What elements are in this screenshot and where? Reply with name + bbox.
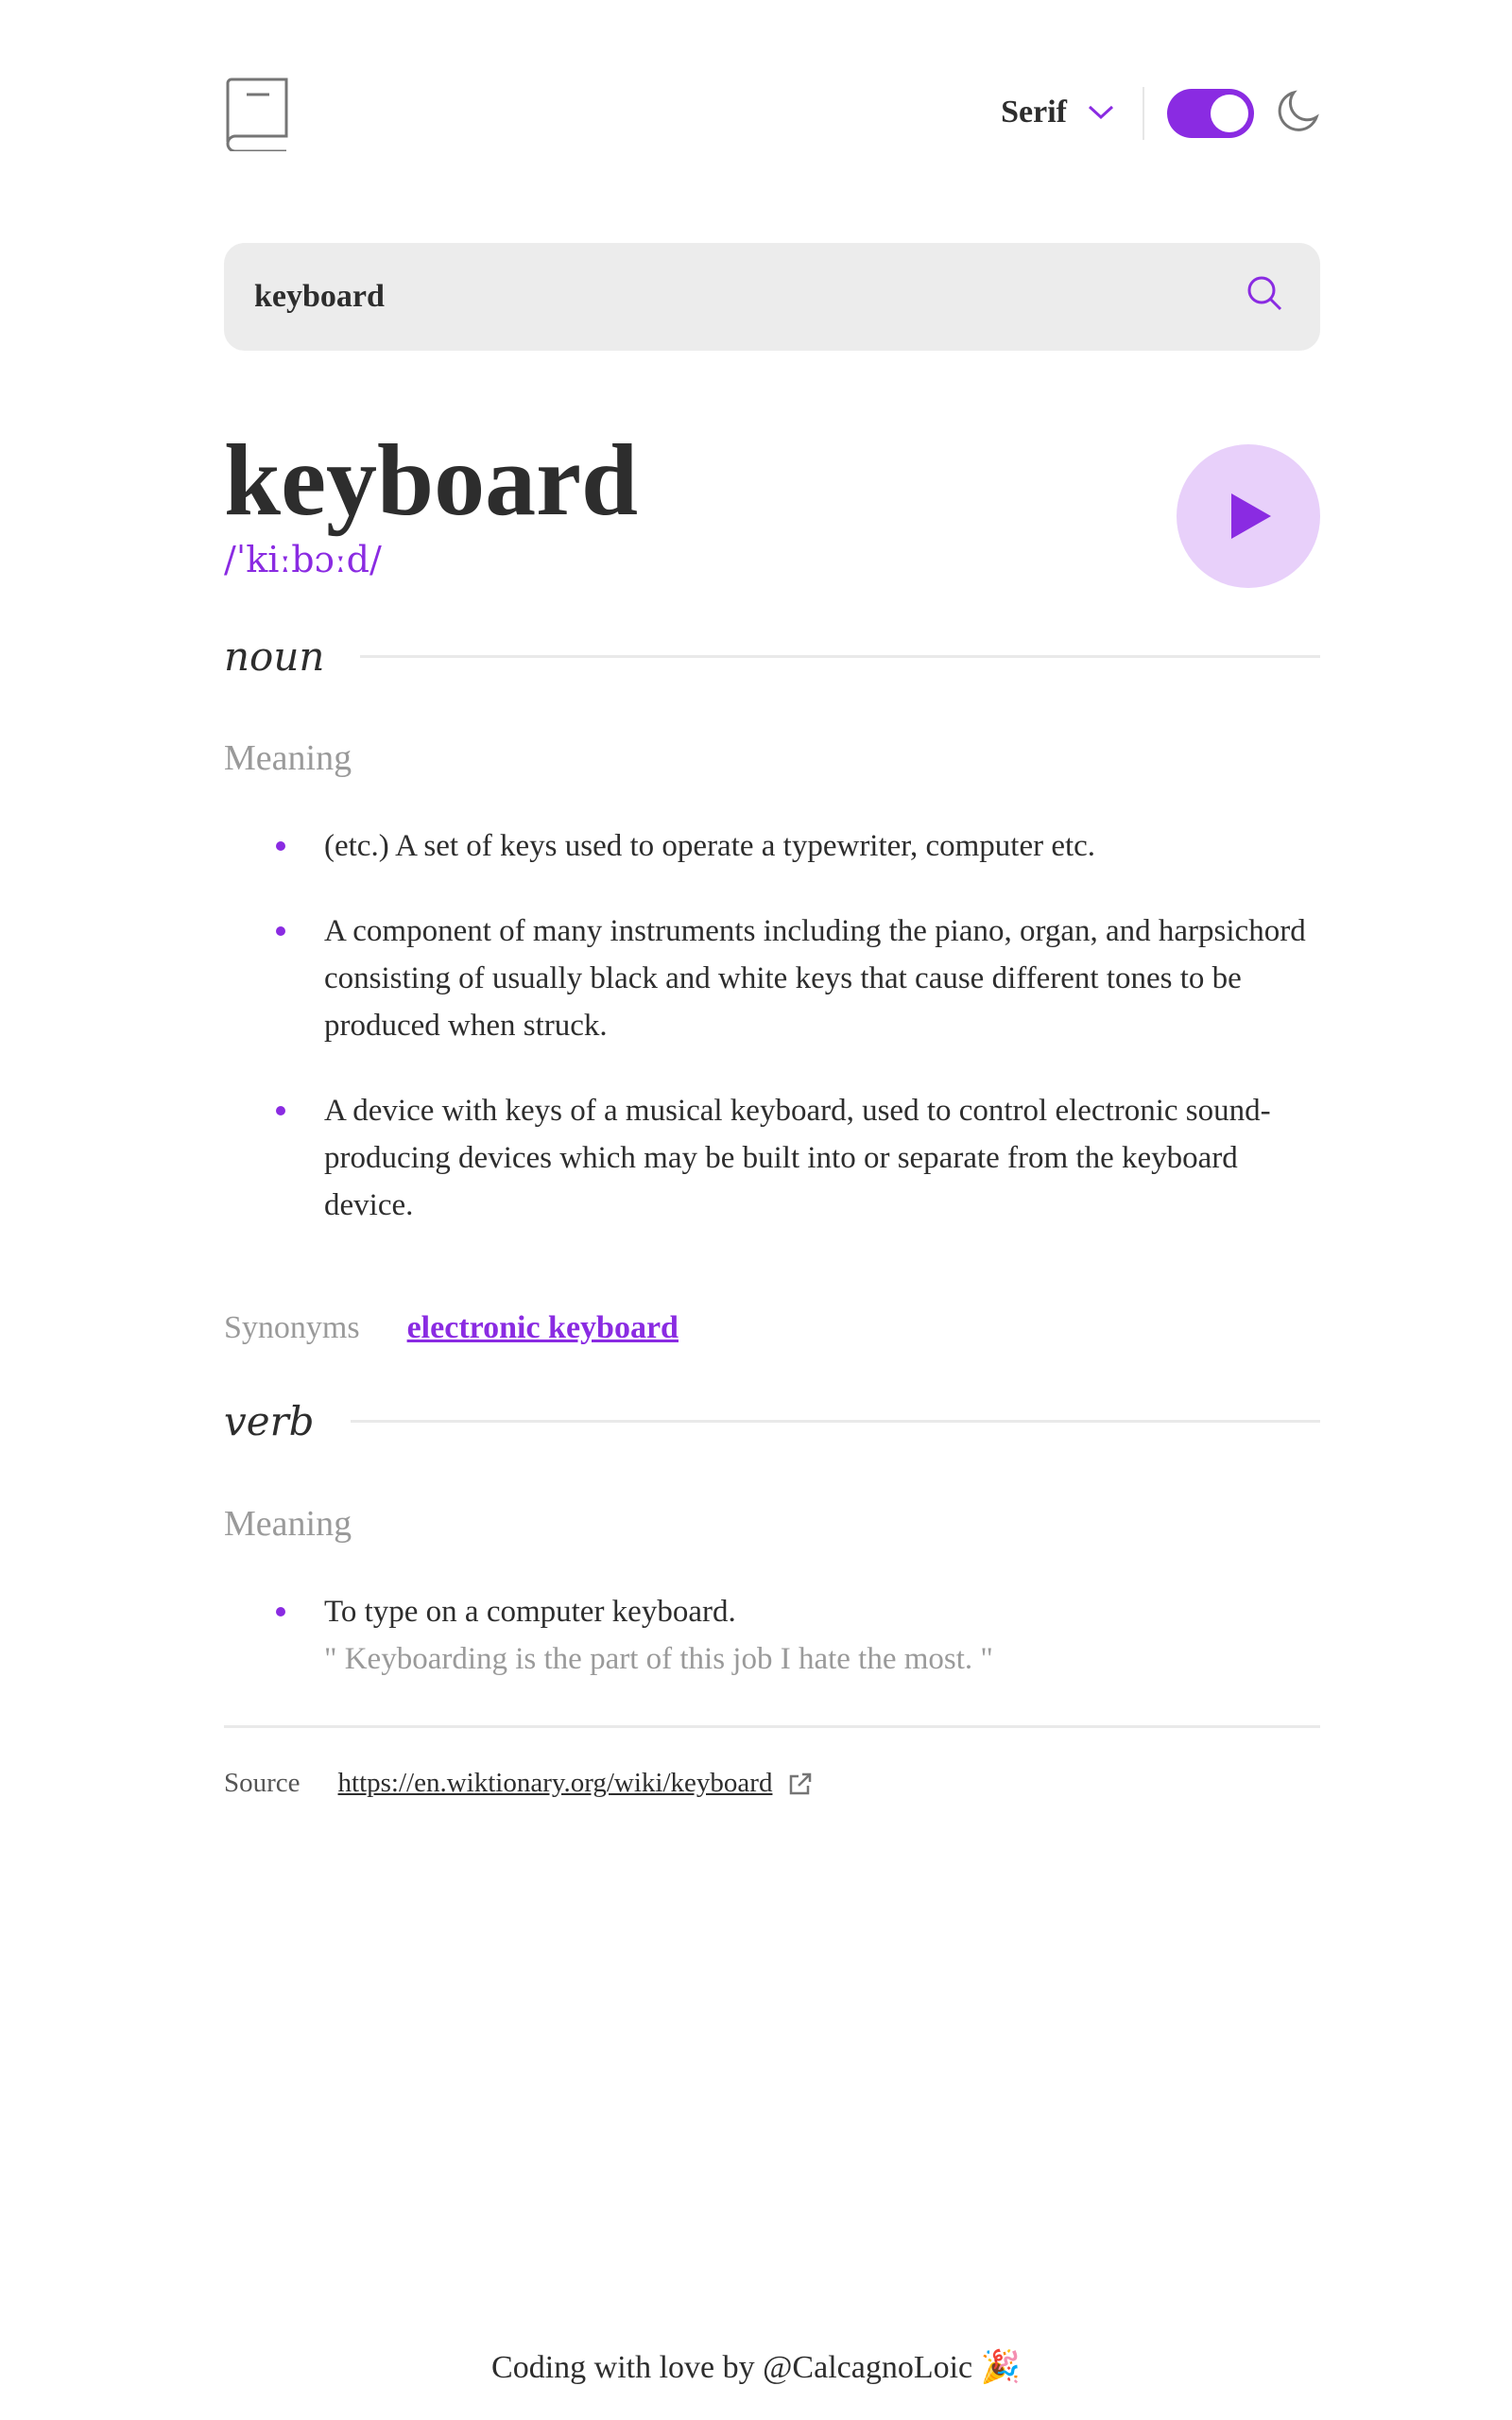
meaning-label-verb: Meaning [224, 1504, 352, 1544]
synonyms-row: Synonyms electronic keyboard [224, 1310, 679, 1346]
definition-text: (etc.) A set of keys used to operate a t… [324, 829, 1096, 863]
toggle-knob [1211, 95, 1248, 132]
external-link-icon[interactable] [787, 1771, 814, 1797]
font-select-label: Serif [1001, 95, 1067, 130]
synonym-link[interactable]: electronic keyboard [407, 1310, 679, 1346]
example-text: " Keyboarding is the part of this job I … [324, 1642, 993, 1676]
moon-icon[interactable] [1277, 89, 1320, 132]
definition-item: (etc.) A set of keys used to operate a t… [224, 822, 1320, 870]
pos-divider [350, 1420, 1320, 1423]
play-audio-button[interactable] [1177, 444, 1320, 588]
meaning-label-noun: Meaning [224, 738, 352, 778]
bullet [276, 1607, 285, 1616]
synonyms-label: Synonyms [224, 1310, 360, 1345]
definition-item: A component of many instruments includin… [224, 908, 1320, 1049]
definition-item: A device with keys of a musical keyboard… [224, 1087, 1320, 1229]
bullet [276, 1106, 285, 1115]
header-divider [1143, 87, 1144, 140]
book-logo-icon[interactable] [224, 76, 290, 151]
source-row: Source https://en.wiktionary.org/wiki/ke… [224, 1768, 814, 1799]
bullet [276, 841, 285, 851]
definition-text: To type on a computer keyboard. [324, 1595, 736, 1629]
bullet [276, 926, 285, 936]
verb-definitions: To type on a computer keyboard. " Keyboa… [224, 1588, 1320, 1720]
pos-verb-header: verb [224, 1398, 1320, 1444]
footer-credit: Coding with love by @CalcagnoLoic 🎉 [491, 2350, 1021, 2385]
source-label: Source [224, 1768, 301, 1798]
search-icon[interactable] [1245, 273, 1284, 313]
theme-toggle[interactable] [1167, 89, 1254, 138]
definition-text: A component of many instruments includin… [324, 914, 1306, 1043]
phonetic: /ˈkiːbɔːd/ [224, 539, 382, 580]
pos-noun-header: noun [224, 633, 1320, 680]
search-input[interactable] [254, 243, 1199, 351]
definition-item: To type on a computer keyboard. " Keyboa… [224, 1588, 1320, 1683]
font-family-select[interactable]: Serif [1001, 95, 1114, 130]
search-bar [224, 243, 1320, 351]
noun-definitions: (etc.) A set of keys used to operate a t… [224, 822, 1320, 1267]
part-of-speech-noun: noun [224, 633, 325, 680]
pos-divider [360, 655, 1320, 658]
part-of-speech-verb: verb [224, 1398, 315, 1444]
play-icon [1231, 493, 1271, 539]
chevron-down-icon [1088, 105, 1114, 120]
definition-text: A device with keys of a musical keyboard… [324, 1094, 1271, 1222]
word-title: keyboard [224, 424, 639, 537]
header: Serif [224, 76, 1320, 153]
source-divider [224, 1725, 1320, 1728]
source-link[interactable]: https://en.wiktionary.org/wiki/keyboard [338, 1768, 773, 1799]
